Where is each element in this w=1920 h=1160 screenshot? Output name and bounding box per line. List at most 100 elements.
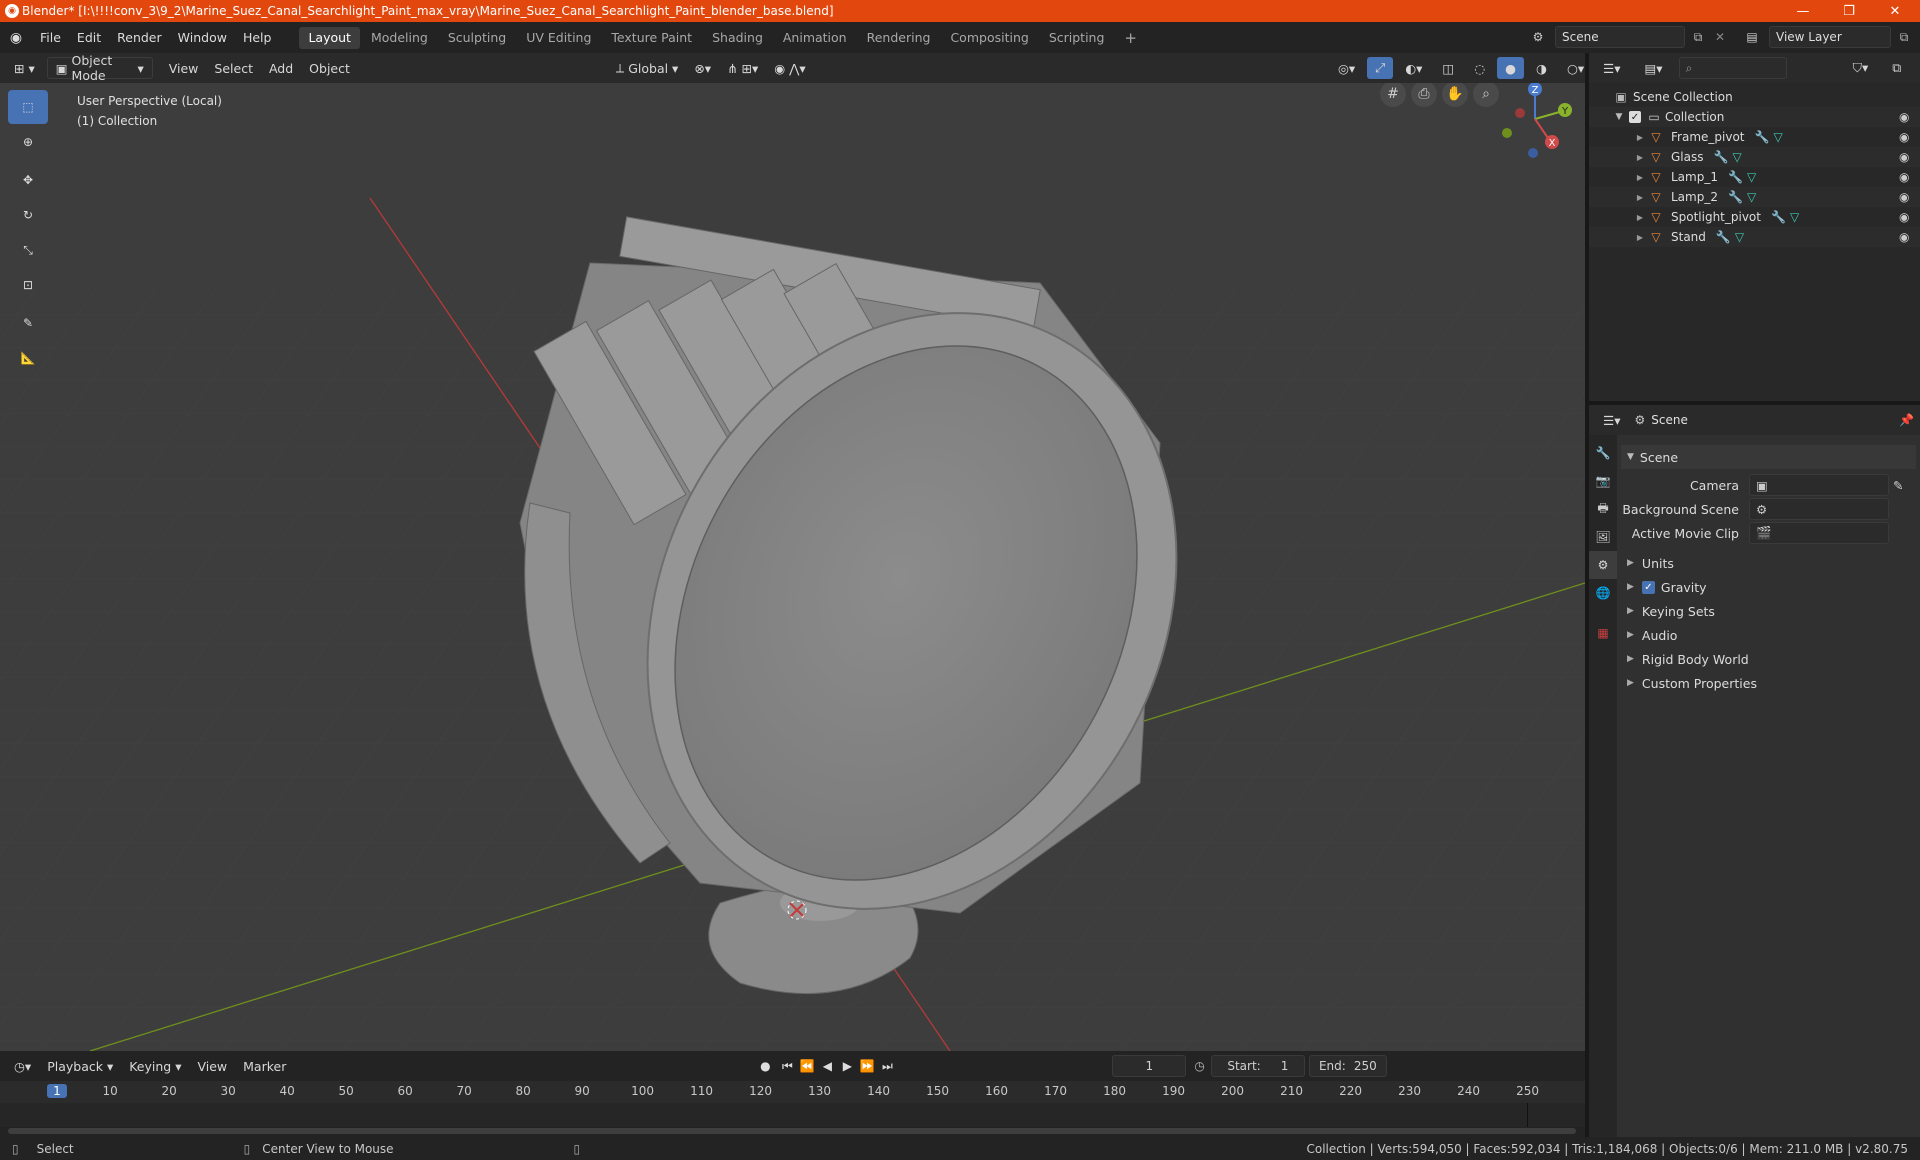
- outliner-editor-type-icon[interactable]: ☰▾: [1595, 57, 1628, 79]
- end-frame-field[interactable]: End: 250: [1308, 1055, 1387, 1077]
- background-scene-field[interactable]: ⚙: [1749, 498, 1889, 520]
- visibility-icon[interactable]: ◎▾: [1330, 57, 1363, 79]
- mesh-data-icon[interactable]: ▽: [1735, 230, 1744, 244]
- menu-render[interactable]: Render: [109, 22, 170, 53]
- object-eye-icon[interactable]: ◉: [1899, 230, 1909, 244]
- modifier-wrench-icon[interactable]: 🔧: [1716, 230, 1731, 244]
- tab-compositing[interactable]: Compositing: [941, 27, 1037, 49]
- eyedropper-icon[interactable]: ✎: [1893, 478, 1903, 493]
- scene-collection-row[interactable]: ▣ Scene Collection: [1589, 87, 1920, 107]
- tool-tab-icon[interactable]: 🔧: [1589, 439, 1617, 467]
- record-icon[interactable]: ●: [754, 1059, 776, 1073]
- xray-toggle-icon[interactable]: ◫: [1434, 57, 1462, 79]
- close-window-button[interactable]: ✕: [1872, 0, 1918, 22]
- shading-wireframe-icon[interactable]: ◌: [1466, 57, 1493, 79]
- play-reverse-icon[interactable]: ◀: [818, 1059, 836, 1073]
- mesh-data-icon[interactable]: ▽: [1747, 170, 1756, 184]
- tab-sculpting[interactable]: Sculpting: [439, 27, 515, 49]
- rigid-body-world-section[interactable]: ▶ Rigid Body World: [1621, 647, 1916, 671]
- next-keyframe-icon[interactable]: ⏩: [858, 1059, 876, 1073]
- camera-field[interactable]: ▣ ✎: [1749, 474, 1903, 496]
- outliner-object-row[interactable]: ▶ ▽ Lamp_1 🔧 ▽ ◉: [1589, 167, 1920, 187]
- modifier-wrench-icon[interactable]: 🔧: [1714, 150, 1729, 164]
- view-menu[interactable]: View: [161, 57, 207, 79]
- view-layer-tab-icon[interactable]: 🖼: [1589, 523, 1617, 551]
- overlay-toggle-icon[interactable]: ◐▾: [1397, 57, 1430, 79]
- outliner-object-row[interactable]: ▶ ▽ Lamp_2 🔧 ▽ ◉: [1589, 187, 1920, 207]
- pivot-point-icon[interactable]: ⊗▾: [686, 57, 719, 79]
- tab-animation[interactable]: Animation: [774, 27, 856, 49]
- world-tab-icon[interactable]: 🌐: [1589, 579, 1617, 607]
- view-layer-icon[interactable]: ▤: [1739, 26, 1765, 48]
- select-menu[interactable]: Select: [206, 57, 261, 79]
- mesh-data-icon[interactable]: ▽: [1790, 210, 1799, 224]
- outliner-search-input[interactable]: ⌕: [1678, 57, 1787, 79]
- 3d-viewport[interactable]: User Perspective (Local) (1) Collection …: [0, 83, 1585, 1051]
- camera-view-icon[interactable]: ⎙: [1411, 83, 1437, 107]
- cursor-tool-icon[interactable]: ⊕: [8, 125, 48, 159]
- proportional-edit-icon[interactable]: ◉ ⋀▾: [766, 57, 813, 79]
- render-tab-icon[interactable]: 📷: [1589, 467, 1617, 495]
- modifier-wrench-icon[interactable]: 🔧: [1771, 210, 1786, 224]
- expand-arrow-icon[interactable]: ▼: [1613, 112, 1625, 122]
- gravity-checkbox[interactable]: ✓: [1641, 580, 1655, 594]
- units-section[interactable]: ▶ Units: [1621, 551, 1916, 575]
- expand-arrow-icon[interactable]: ▶: [1635, 193, 1645, 202]
- object-eye-icon[interactable]: ◉: [1899, 190, 1909, 204]
- gravity-section[interactable]: ▶ ✓ Gravity: [1621, 575, 1916, 599]
- keying-menu[interactable]: Keying ▾: [121, 1055, 189, 1077]
- tab-texture-paint[interactable]: Texture Paint: [602, 27, 701, 49]
- remove-scene-icon[interactable]: ✕: [1711, 30, 1729, 44]
- modifier-wrench-icon[interactable]: 🔧: [1728, 190, 1743, 204]
- menu-window[interactable]: Window: [170, 22, 235, 53]
- mesh-data-icon[interactable]: ▽: [1773, 130, 1782, 144]
- gizmo-toggle-icon[interactable]: ⤢: [1367, 57, 1394, 79]
- move-tool-icon[interactable]: ✥: [8, 163, 48, 197]
- collection-eye-icon[interactable]: ◉: [1899, 110, 1909, 124]
- active-movie-clip-field[interactable]: 🎬: [1749, 522, 1889, 544]
- filter-icon[interactable]: ⛉▾: [1845, 57, 1877, 79]
- annotate-tool-icon[interactable]: ✎: [8, 306, 48, 340]
- marker-menu[interactable]: Marker: [235, 1055, 294, 1077]
- outliner-object-row[interactable]: ▶ ▽ Spotlight_pivot 🔧 ▽ ◉: [1589, 207, 1920, 227]
- scene-selector-icon[interactable]: ⚙: [1525, 26, 1551, 48]
- jump-start-icon[interactable]: ⏮: [778, 1059, 796, 1074]
- tab-shading[interactable]: Shading: [703, 27, 772, 49]
- texture-tab-icon[interactable]: ▦: [1589, 619, 1617, 647]
- shading-solid-icon[interactable]: ●: [1497, 57, 1525, 79]
- pan-hand-icon[interactable]: ✋: [1442, 83, 1468, 107]
- tab-scripting[interactable]: Scripting: [1040, 27, 1114, 49]
- expand-arrow-icon[interactable]: ▶: [1635, 133, 1645, 142]
- restore-button[interactable]: ❐: [1826, 0, 1872, 22]
- timeline-scrollbar[interactable]: [8, 1128, 1576, 1134]
- tab-uv-editing[interactable]: UV Editing: [517, 27, 600, 49]
- play-icon[interactable]: ▶: [838, 1059, 856, 1073]
- scene-name-field[interactable]: Scene: [1555, 26, 1685, 48]
- new-scene-icon[interactable]: ⧉: [1689, 30, 1707, 45]
- playback-menu[interactable]: Playback ▾: [39, 1055, 121, 1077]
- new-collection-icon[interactable]: ⧉: [1884, 57, 1909, 79]
- grid-view-icon[interactable]: #: [1380, 83, 1406, 107]
- select-box-tool-icon[interactable]: ⬚: [8, 90, 48, 124]
- scene-tab-icon[interactable]: ⚙: [1589, 551, 1617, 579]
- output-tab-icon[interactable]: 🖶: [1589, 495, 1617, 523]
- rotate-tool-icon[interactable]: ↻: [8, 198, 48, 232]
- timeline-editor-type-icon[interactable]: ◷▾: [6, 1055, 39, 1077]
- object-menu[interactable]: Object: [301, 57, 358, 79]
- jump-end-icon[interactable]: ⏭: [878, 1059, 896, 1074]
- display-mode-icon[interactable]: ▤▾: [1636, 57, 1670, 79]
- object-eye-icon[interactable]: ◉: [1899, 210, 1909, 224]
- tab-layout[interactable]: Layout: [299, 26, 360, 49]
- mesh-data-icon[interactable]: ▽: [1747, 190, 1756, 204]
- expand-arrow-icon[interactable]: ▶: [1635, 173, 1645, 182]
- outliner-object-row[interactable]: ▶ ▽ Stand 🔧 ▽ ◉: [1589, 227, 1920, 247]
- mesh-data-icon[interactable]: ▽: [1732, 150, 1741, 164]
- audio-section[interactable]: ▶ Audio: [1621, 623, 1916, 647]
- object-eye-icon[interactable]: ◉: [1899, 150, 1909, 164]
- tab-rendering[interactable]: Rendering: [858, 27, 940, 49]
- pin-icon[interactable]: 📌: [1899, 413, 1914, 427]
- add-menu[interactable]: Add: [261, 57, 301, 79]
- object-eye-icon[interactable]: ◉: [1899, 130, 1909, 144]
- menu-help[interactable]: Help: [235, 22, 280, 53]
- keying-sets-section[interactable]: ▶ Keying Sets: [1621, 599, 1916, 623]
